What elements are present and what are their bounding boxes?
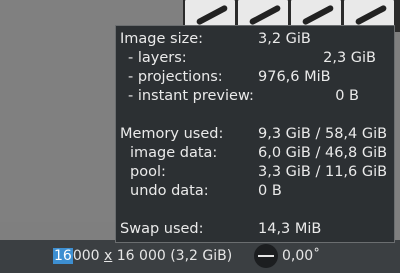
memory-used-row: Memory used: 9,3 GiB / 58,4 GiB (120, 126, 388, 142)
swap-used-row: Swap used: 14,3 MiB (120, 221, 322, 237)
rotation-value[interactable]: 0,00˚ (282, 246, 320, 266)
undo-data-row: undo data: 0 B (130, 183, 282, 199)
times-sign: x (104, 248, 113, 264)
pool-row: pool: 3,3 GiB / 11,6 GiB (130, 164, 388, 180)
image-size-row: Image size: 3,2 GiB (120, 31, 311, 47)
projections-row: - projections: 976,6 MiB (128, 69, 331, 85)
image-dimensions-field[interactable]: 16000 x 16 000 (3,2 GiB) (53, 246, 232, 266)
selected-width-text: 16 (53, 248, 73, 264)
memory-usage-tooltip: Image size: 3,2 GiB - layers: 2,3 GiB - … (115, 25, 395, 243)
width-rest-text: 000 (72, 248, 100, 264)
height-and-size-text: 16 000 (3,2 GiB) (116, 248, 233, 264)
image-data-row: image data: 6,0 GiB / 46,8 GiB (130, 145, 388, 161)
rotation-dial-icon[interactable] (254, 244, 278, 268)
instant-preview-row: - instant preview: 0 B (128, 88, 359, 104)
layers-row: - layers: 2,3 GiB (128, 50, 376, 66)
